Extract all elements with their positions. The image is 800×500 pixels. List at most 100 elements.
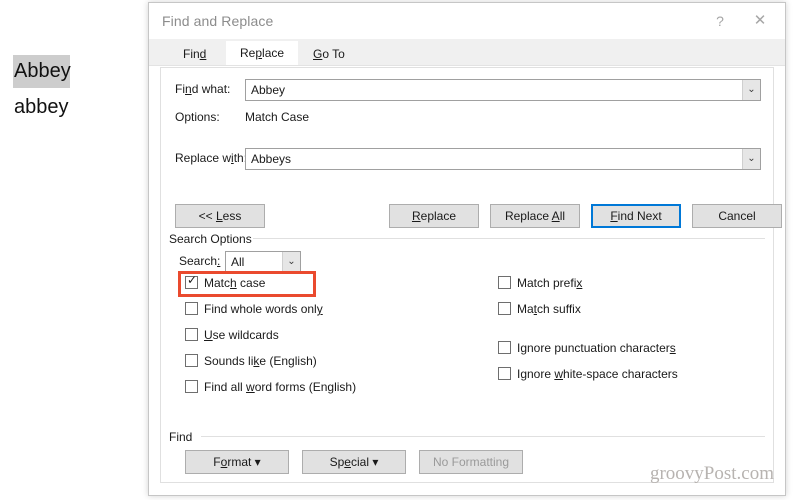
cb-post: e (English) xyxy=(259,354,317,368)
checkbox-box[interactable] xyxy=(498,302,511,315)
replace-all-button-accel: A xyxy=(551,209,560,223)
no-formatting-button: No Formatting xyxy=(419,450,523,474)
tab-find-accel: d xyxy=(199,47,207,61)
help-icon[interactable]: ? xyxy=(707,10,733,32)
tab-replace-label: Re xyxy=(240,46,256,60)
replace-all-button-post: ll xyxy=(559,209,566,223)
cb-pre: Sounds li xyxy=(204,354,254,368)
dialog-content-panel: Find what: Abbey ⌄ Options: Match Case R… xyxy=(160,67,782,483)
tab-replace[interactable]: Replace xyxy=(226,41,299,65)
less-button-accel: L xyxy=(215,209,223,223)
cb-accel: s xyxy=(669,341,676,355)
caret-down-icon: ▾ xyxy=(254,455,261,469)
checkbox-box[interactable]: ✓ xyxy=(185,273,198,289)
dialog-title: Find and Replace xyxy=(162,13,274,29)
replace-button-accel: R xyxy=(411,209,421,223)
search-options-divider xyxy=(253,238,765,239)
less-button-pre: << xyxy=(198,209,216,223)
replace-with-input[interactable]: Abbeys ⌄ xyxy=(245,148,761,170)
checkbox-box[interactable] xyxy=(498,276,511,289)
cb-pre: Ignore punctuation character xyxy=(517,341,670,355)
cb-accel: h xyxy=(230,276,237,290)
tab-replace-label-post: lace xyxy=(262,46,285,60)
checkbox-box[interactable] xyxy=(185,302,198,315)
cb-pre: Find whole words onl xyxy=(204,302,317,316)
check-icon: ✓ xyxy=(187,273,198,287)
find-what-label-post: d what: xyxy=(191,82,231,96)
checkbox-box[interactable] xyxy=(185,380,198,393)
cb-pre: Match prefi xyxy=(517,276,577,290)
checkbox-box[interactable] xyxy=(498,367,511,380)
cb-accel: w xyxy=(554,367,564,381)
cb-pre: Ma xyxy=(517,302,534,316)
document-selected-word: Abbey xyxy=(13,55,71,88)
cb-accel: w xyxy=(246,380,255,394)
find-next-button[interactable]: Find Next xyxy=(591,204,681,228)
watermark: groovyPost.com xyxy=(649,463,774,484)
find-what-value: Abbey xyxy=(251,83,286,97)
find-group-label: Find xyxy=(169,430,198,444)
find-next-button-post: ind Next xyxy=(617,209,662,223)
tab-find-label: Fin xyxy=(183,47,200,61)
find-what-label-accel: n xyxy=(185,82,192,96)
checkbox-label: Match suffix xyxy=(517,301,581,317)
format-button-pre: F xyxy=(213,455,221,469)
format-button-post: rmat xyxy=(227,455,252,469)
cb-post: ch suffix xyxy=(537,302,581,316)
cb-accel: y xyxy=(316,302,323,316)
checkbox-label: Ignore punctuation characters xyxy=(517,340,676,356)
options-label: Options: xyxy=(175,110,220,124)
search-scope-label-accel: : xyxy=(217,254,221,268)
replace-button-post: eplace xyxy=(420,209,457,223)
document-page: Abbey abbey xyxy=(0,0,148,500)
checkbox-box[interactable] xyxy=(185,354,198,367)
find-group-divider xyxy=(201,436,765,437)
checkbox-box[interactable] xyxy=(185,328,198,341)
tabstrip: Find Replace Go To xyxy=(149,39,785,66)
cb-accel: x xyxy=(576,276,583,290)
cancel-button-label: Cancel xyxy=(718,209,756,223)
search-scope-label: Search: xyxy=(179,254,220,268)
tab-find[interactable]: Find xyxy=(169,43,220,65)
chevron-down-icon[interactable]: ⌄ xyxy=(742,149,760,169)
chevron-down-icon[interactable]: ⌄ xyxy=(282,252,300,272)
dialog-titlebar[interactable]: Find and Replace ? ✕ xyxy=(149,3,785,39)
cancel-button[interactable]: Cancel xyxy=(692,204,782,228)
special-button-post: cial xyxy=(350,455,369,469)
format-button[interactable]: Format ▾ xyxy=(185,450,289,474)
replace-all-button[interactable]: Replace All xyxy=(490,204,580,228)
find-and-replace-dialog: Find and Replace ? ✕ Find Replace Go To … xyxy=(148,2,786,496)
caret-down-icon: ▾ xyxy=(372,455,379,469)
checkbox-label: Sounds like (English) xyxy=(204,353,317,369)
find-next-button-accel: F xyxy=(610,209,618,223)
chevron-down-icon[interactable]: ⌄ xyxy=(742,80,760,100)
replace-with-label: Replace with: xyxy=(175,151,247,165)
less-button[interactable]: << Less xyxy=(175,204,265,228)
tab-goto[interactable]: Go To xyxy=(299,43,359,65)
cb-accel: U xyxy=(204,328,213,342)
close-icon[interactable]: ✕ xyxy=(747,10,773,32)
checkbox-label: Match prefix xyxy=(517,275,582,291)
replace-all-button-pre: Replace xyxy=(504,209,552,223)
search-options-group-label: Search Options xyxy=(169,232,257,246)
cb-post: ord forms (English) xyxy=(254,380,357,394)
find-what-label-pre: Fi xyxy=(175,82,185,96)
find-what-input[interactable]: Abbey ⌄ xyxy=(245,79,761,101)
replace-with-value: Abbeys xyxy=(251,152,292,166)
cb-pre: Matc xyxy=(204,276,231,290)
checkbox-label: Match case xyxy=(204,275,265,291)
options-value: Match Case xyxy=(245,110,310,124)
checkbox-label: Ignore white-space characters xyxy=(517,366,678,382)
search-scope-value: All xyxy=(231,255,245,269)
find-what-label: Find what: xyxy=(175,82,230,96)
tab-goto-label-post: o To xyxy=(322,47,345,61)
checkbox-label: Use wildcards xyxy=(204,327,279,343)
cb-post: hite-space characters xyxy=(563,367,678,381)
replace-button[interactable]: Replace xyxy=(389,204,479,228)
special-button[interactable]: Special ▾ xyxy=(302,450,406,474)
checkbox-box[interactable] xyxy=(498,341,511,354)
cb-pre: Ignore xyxy=(517,367,555,381)
cb-pre: Find all xyxy=(204,380,247,394)
search-scope-select[interactable]: All ⌄ xyxy=(225,251,301,273)
special-button-pre: Sp xyxy=(329,455,345,469)
